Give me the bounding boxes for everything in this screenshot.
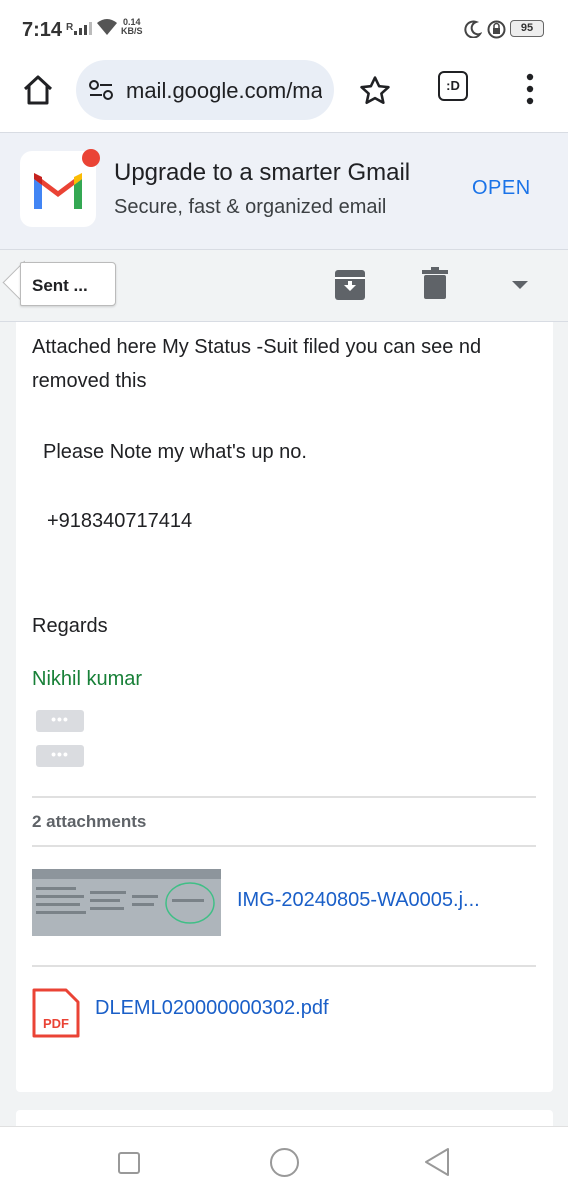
attachment-link[interactable]: IMG-20240805-WA0005.j... — [237, 889, 480, 912]
moon-icon — [464, 20, 482, 38]
browser-toolbar: mail.google.com/mail :D — [0, 56, 568, 132]
network-speed: 0.14 KB/S — [121, 17, 143, 36]
recents-button[interactable] — [118, 1152, 140, 1174]
promo-subtitle: Secure, fast & organized email — [114, 196, 387, 218]
divider — [32, 965, 536, 967]
email-body-line: removed this — [32, 370, 147, 392]
email-message-card: Attached here My Status -Suit filed you … — [16, 322, 553, 1092]
show-trimmed-content-button[interactable]: ••• — [36, 710, 84, 732]
email-body-line: Please Note my what's up no. — [43, 441, 307, 463]
url-text[interactable]: mail.google.com/mail — [126, 78, 322, 104]
tab-switcher-button[interactable]: :D — [438, 71, 468, 101]
notification-dot — [82, 149, 100, 167]
delete-icon[interactable] — [422, 267, 448, 299]
attachment-link[interactable]: DLEML020000000302.pdf — [95, 997, 329, 1020]
battery-icon: 95 — [510, 20, 544, 37]
pdf-label: PDF — [43, 1016, 69, 1031]
home-button[interactable] — [270, 1148, 299, 1177]
gmail-app-promo-banner: Upgrade to a smarter Gmail Secure, fast … — [0, 132, 568, 250]
attachments-header: 2 attachments — [32, 812, 147, 831]
promo-title: Upgrade to a smarter Gmail — [114, 159, 411, 186]
divider — [32, 796, 536, 798]
phone-number: +918340717414 — [47, 510, 193, 532]
signature-name: Nikhil kumar — [32, 668, 143, 690]
more-vert-icon[interactable] — [520, 72, 540, 106]
archive-icon[interactable] — [334, 269, 366, 301]
site-settings-icon[interactable] — [88, 79, 114, 101]
signal-label: R — [66, 22, 74, 33]
message-toolbar: Sent ... — [0, 250, 568, 322]
status-bar: 7:14 R 0.14 KB/S 95 — [0, 0, 568, 56]
back-triangle-icon[interactable] — [424, 1147, 450, 1177]
open-app-button[interactable]: OPEN — [472, 177, 531, 200]
signal-icon — [74, 22, 92, 35]
back-button-label[interactable]: Sent ... — [32, 276, 88, 296]
home-icon[interactable] — [20, 72, 56, 108]
clock: 7:14 — [22, 19, 63, 41]
divider — [32, 845, 536, 847]
wifi-icon — [97, 19, 117, 35]
image-attachment-thumbnail[interactable] — [32, 869, 221, 936]
chevron-down-icon[interactable] — [512, 281, 528, 290]
regards-text: Regards — [32, 615, 108, 637]
bookmark-star-icon[interactable] — [358, 74, 392, 108]
pdf-file-icon[interactable]: PDF — [32, 988, 80, 1038]
address-bar[interactable]: mail.google.com/mail — [76, 60, 334, 120]
rotation-lock-icon — [487, 20, 506, 39]
system-navigation-bar — [0, 1126, 568, 1200]
email-body-line: Attached here My Status -Suit filed you … — [32, 336, 482, 358]
show-trimmed-content-button[interactable]: ••• — [36, 745, 84, 767]
